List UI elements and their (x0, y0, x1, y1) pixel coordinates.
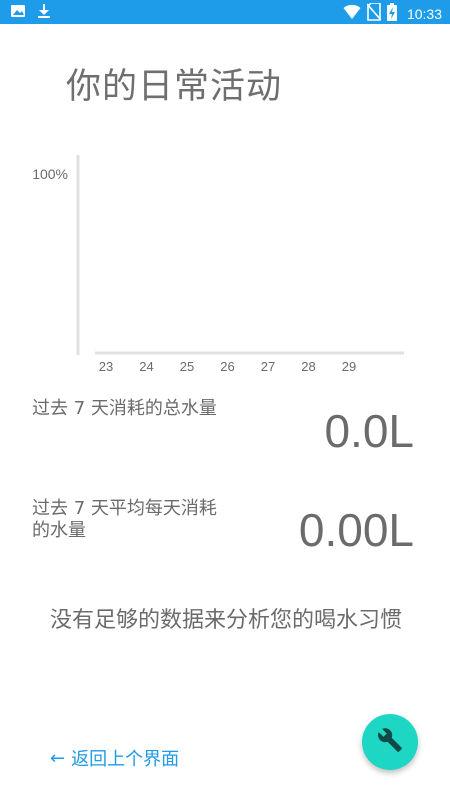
y-tick-label: 100% (32, 166, 68, 182)
settings-fab[interactable] (362, 714, 418, 770)
status-bar: 10:33 (0, 0, 450, 24)
x-tick-label: 23 (99, 359, 113, 374)
weekly-consumption-chart: 100% 23 24 25 26 27 28 29 (32, 155, 404, 374)
average-consumption-label: 过去 7 天平均每天消耗 的水量 (32, 498, 217, 542)
battery-charging-icon (386, 3, 397, 25)
total-consumption-value: 0.0L (324, 405, 414, 457)
average-consumption-label-line1: 过去 7 天平均每天消耗 (32, 498, 217, 519)
wrench-icon (377, 727, 403, 757)
image-icon (10, 3, 26, 23)
total-consumption-label: 过去 7 天消耗的总水量 (32, 398, 217, 419)
x-tick-label: 25 (180, 359, 194, 374)
average-consumption-value: 0.00L (298, 504, 414, 556)
no-sim-icon (366, 2, 382, 25)
insufficient-data-message: 没有足够的数据来分析您的喝水习惯 (50, 608, 403, 633)
status-clock: 10:33 (406, 6, 442, 22)
x-tick-label: 29 (342, 359, 356, 374)
download-icon (36, 3, 52, 23)
back-link[interactable]: ← 返回上个界面 (50, 745, 179, 771)
back-link-label: 返回上个界面 (71, 749, 180, 770)
x-tick-label: 24 (139, 359, 153, 374)
back-arrow-icon: ← (50, 747, 66, 769)
page-title: 你的日常活动 (66, 67, 283, 107)
wifi-icon (343, 4, 361, 24)
x-tick-label: 28 (301, 359, 315, 374)
average-consumption-label-line2: 的水量 (32, 520, 86, 541)
x-tick-label: 27 (261, 359, 275, 374)
x-tick-label: 26 (220, 359, 234, 374)
